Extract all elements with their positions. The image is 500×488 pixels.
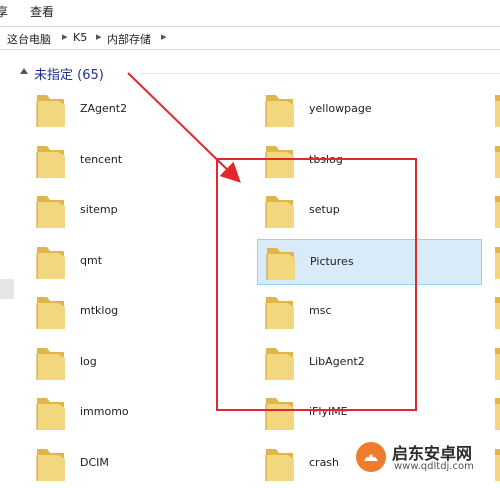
folder-name: yellowpage xyxy=(309,102,372,115)
folder-icon xyxy=(36,95,65,127)
folder-icon[interactable] xyxy=(492,243,500,281)
folder-name: sitemp xyxy=(80,203,118,216)
breadcrumb-internal-storage[interactable]: 内部存储 xyxy=(107,31,151,47)
folder-name: DCIM xyxy=(80,455,109,469)
folder-icon[interactable] xyxy=(492,394,500,432)
folder-icon xyxy=(265,95,294,127)
watermark-logo-icon xyxy=(356,442,386,472)
folder-name: crash xyxy=(309,455,340,469)
folder-name: qmt xyxy=(80,253,103,267)
menu-share[interactable]: 享 xyxy=(0,3,8,20)
folder-icon[interactable] xyxy=(492,142,500,180)
folder-name: ZAgent2 xyxy=(80,102,128,115)
folder-name: tencent xyxy=(80,152,123,166)
navigation-pane[interactable] xyxy=(0,50,14,488)
folder-icon[interactable] xyxy=(492,192,500,230)
annotation-highlight-box xyxy=(216,158,417,411)
collapse-triangle-icon[interactable] xyxy=(20,68,28,74)
folder-icon xyxy=(36,145,65,178)
group-label: 未指定 (65) xyxy=(34,68,104,83)
folder-item[interactable]: DCIM xyxy=(28,441,253,487)
watermark-url: www.qdltdj.com xyxy=(394,461,474,472)
folder-icon xyxy=(36,347,65,380)
breadcrumb-separator-icon[interactable]: ▸ xyxy=(96,30,102,43)
address-bar[interactable]: 这台电脑 ▸ K5 ▸ 内部存储 ▸ xyxy=(0,26,500,50)
folder-icon xyxy=(265,448,294,481)
menu-bar: 享 查看 xyxy=(0,0,500,22)
folder-icon xyxy=(36,196,65,228)
menu-view[interactable]: 查看 xyxy=(30,3,54,20)
breadcrumb-this-pc[interactable]: 这台电脑 xyxy=(7,31,51,47)
folder-icon xyxy=(36,246,65,279)
folder-item[interactable]: ZAgent2 xyxy=(28,87,253,133)
breadcrumb-separator-icon[interactable]: ▸ xyxy=(161,30,167,43)
breadcrumb-separator-icon[interactable]: ▸ xyxy=(62,30,68,43)
watermark: 启东安卓网 www.qdltdj.com xyxy=(354,438,494,480)
navigation-pane-selected-item[interactable] xyxy=(0,279,14,299)
folder-item[interactable]: yellowpage xyxy=(257,87,482,133)
folder-icon xyxy=(36,297,65,329)
folder-name: immomo xyxy=(80,405,129,418)
folder-icon xyxy=(36,448,65,481)
folder-name: log xyxy=(80,354,97,368)
breadcrumb-k5[interactable]: K5 xyxy=(73,31,87,44)
folder-icon[interactable] xyxy=(492,91,500,129)
folder-icon[interactable] xyxy=(492,293,500,331)
folder-name: mtklog xyxy=(80,304,119,317)
folder-icon xyxy=(36,398,65,430)
folder-icon[interactable] xyxy=(492,344,500,382)
group-divider xyxy=(140,73,500,74)
